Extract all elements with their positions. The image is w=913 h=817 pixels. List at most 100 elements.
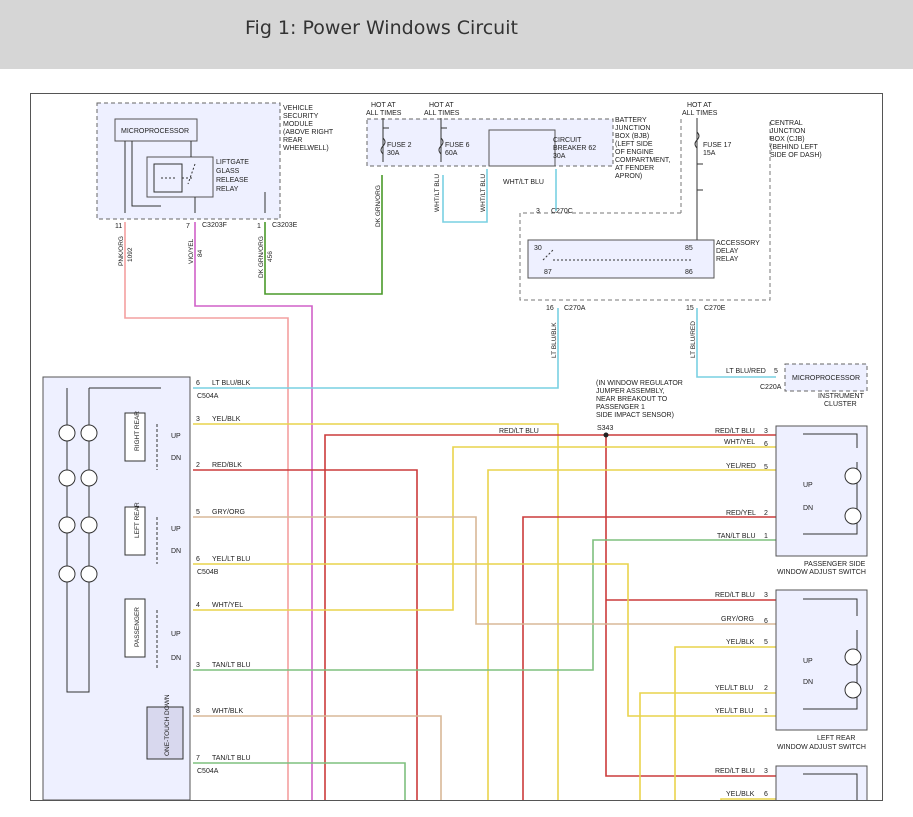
mpin-7: 3 (196, 662, 200, 669)
lr-up: UP (171, 526, 181, 533)
switch-one-touch-down: ONE-TOUCH DOWN (164, 694, 171, 756)
lrsw-pin-5: 1 (764, 708, 768, 715)
cjb-pin-16: 16 (546, 305, 554, 312)
bjb-label-5: OF ENGINE (615, 149, 654, 156)
connector-c270e: C270E (704, 305, 726, 312)
wire-tan-lt-blu (193, 539, 776, 671)
lrsw-wire-2: GRY/ORG (721, 616, 754, 623)
relay-label-1: LIFTGATE (216, 159, 249, 166)
mwire-7: TAN/LT BLU (212, 662, 251, 669)
mpin-5: 6 (196, 556, 200, 563)
wire-wht-yel (193, 446, 776, 611)
fuse17-amps: 15A (703, 150, 716, 157)
wire-yel-blk-rr (720, 798, 776, 800)
pass-dn: DN (171, 655, 181, 662)
wire-gry-org (193, 516, 776, 625)
liftgate-relay-box (146, 156, 214, 198)
hot-at-all-times-2a: HOT AT (429, 102, 454, 109)
mwire-4: GRY/ORG (212, 509, 245, 516)
connector-c504a-bottom: C504A (197, 768, 219, 775)
wire-yel-blk (193, 423, 559, 800)
ic-microprocessor-label: MICROPROCESSOR (792, 375, 860, 382)
bjb-label-7: AT FENDER (615, 165, 654, 172)
rrsw-pin-2: 6 (764, 791, 768, 798)
led-icon (58, 424, 76, 442)
wire-label-84: 84 (197, 249, 204, 257)
led-icon (58, 469, 76, 487)
switch-right-rear: RIGHT REAR (134, 411, 141, 451)
vsm-label-5: REAR (283, 137, 302, 144)
fuse2-amps: 30A (387, 150, 400, 157)
wire-red-yel (522, 516, 776, 800)
lrsw-wire-3: YEL/BLK (726, 639, 755, 646)
wiring-diagram: MICROPROCESSOR LIFTGATE GLASS RELEASE RE… (30, 93, 883, 801)
bjb-label-8: APRON) (615, 173, 642, 180)
connector-c504b: C504B (197, 569, 219, 576)
vsm-pin-11: 11 (115, 223, 122, 230)
wire-red-lt-blu-drop (605, 435, 776, 777)
cjb-wire-lt-blu-red: LT BLU/RED (690, 321, 697, 358)
wire-label-vio-yel: VIO/YEL (188, 238, 195, 264)
cjb-label-5: SIDE OF DASH) (770, 152, 822, 159)
vsm-label-2: SECURITY (283, 113, 319, 120)
left-rear-switch: UP DN RED/LT BLU 3 GRY/ORG 6 YEL/BLK 5 Y… (715, 589, 868, 751)
bjb-wire-dk-grn-org: DK GRN/ORG (375, 185, 382, 227)
cjb-wire-lt-blu-blk: LT BLU/BLK (551, 322, 558, 358)
led-icon (58, 516, 76, 534)
led-icon (844, 467, 862, 485)
ic-wire-label: LT BLU/RED (726, 368, 766, 375)
led-icon (80, 424, 98, 442)
connector-c270a: C270A (564, 305, 586, 312)
vsm-microprocessor-label: MICROPROCESSOR (121, 128, 189, 135)
mpin-9: 7 (196, 755, 200, 762)
relay-pin-86: 86 (685, 269, 693, 276)
mwire-3: RED/BLK (212, 462, 242, 469)
ic-label-1: INSTRUMENT (818, 393, 865, 400)
cjb-pin-3: 3 (536, 208, 540, 215)
master-window-switch: RIGHT REAR LEFT REAR PASSENGER ONE-TOUCH… (42, 376, 251, 800)
relay-pin-87: 87 (544, 269, 552, 276)
mwire-1: LT BLU/BLK (212, 380, 251, 387)
fuse17-label: FUSE 17 (703, 142, 732, 149)
led-icon (844, 507, 862, 525)
switch-left-rear: LEFT REAR (134, 502, 141, 538)
circuit-breaker-label-3: 30A (553, 153, 566, 160)
relay-pin-85: 85 (685, 245, 693, 252)
wire-label-1092: 1092 (127, 247, 134, 262)
vsm-label-6: WHEELWELL) (283, 145, 329, 152)
wire-label-456: 456 (267, 251, 274, 262)
right-rear-switch: RED/LT BLU 3 YEL/BLK 6 (715, 765, 868, 800)
psw-pin-2: 6 (764, 441, 768, 448)
wire-red-blk (193, 469, 418, 800)
relay-label-delay: DELAY (716, 248, 739, 255)
page-header: Fig 1: Power Windows Circuit (0, 0, 913, 69)
lrsw-label-1: LEFT REAR (817, 735, 855, 742)
rr-up: UP (171, 433, 181, 440)
bjb-label-2: JUNCTION (615, 125, 650, 132)
psw-wire-5: TAN/LT BLU (717, 533, 756, 540)
mwire-8: WHT/BLK (212, 708, 243, 715)
wire-lt-blu-red (696, 308, 776, 378)
lrsw-dn: DN (803, 679, 813, 686)
mwire-2: YEL/BLK (212, 416, 241, 423)
psw-pin-4: 2 (764, 510, 768, 517)
lrsw-up: UP (803, 658, 813, 665)
bjb-label-6: COMPARTMENT, (615, 157, 670, 164)
wire-label-dk-grn-org: DK GRN/ORG (258, 236, 265, 278)
connector-c3203e: C3203E (272, 222, 298, 229)
bjb-label-1: BATTERY (615, 117, 647, 124)
mwire-5: YEL/LT BLU (212, 556, 250, 563)
mwire-6: WHT/YEL (212, 602, 243, 609)
led-icon (80, 469, 98, 487)
bjb-wire-wht-lt-blu-1: WHT/LT BLU (434, 174, 441, 212)
psw-pin-3: 5 (764, 464, 768, 471)
wire-yel-blk-lr (674, 646, 776, 800)
psw-pin-5: 1 (764, 533, 768, 540)
fuse6-amps: 60A (445, 150, 458, 157)
wire-yel-red (487, 469, 776, 800)
mpin-2: 3 (196, 416, 200, 423)
connector-c270c: C270C (551, 208, 573, 215)
hot-at-all-times-1b: ALL TIMES (366, 110, 402, 117)
lrsw-pin-2: 6 (764, 618, 768, 625)
psw-label-2: WINDOW ADJUST SWITCH (777, 569, 866, 576)
